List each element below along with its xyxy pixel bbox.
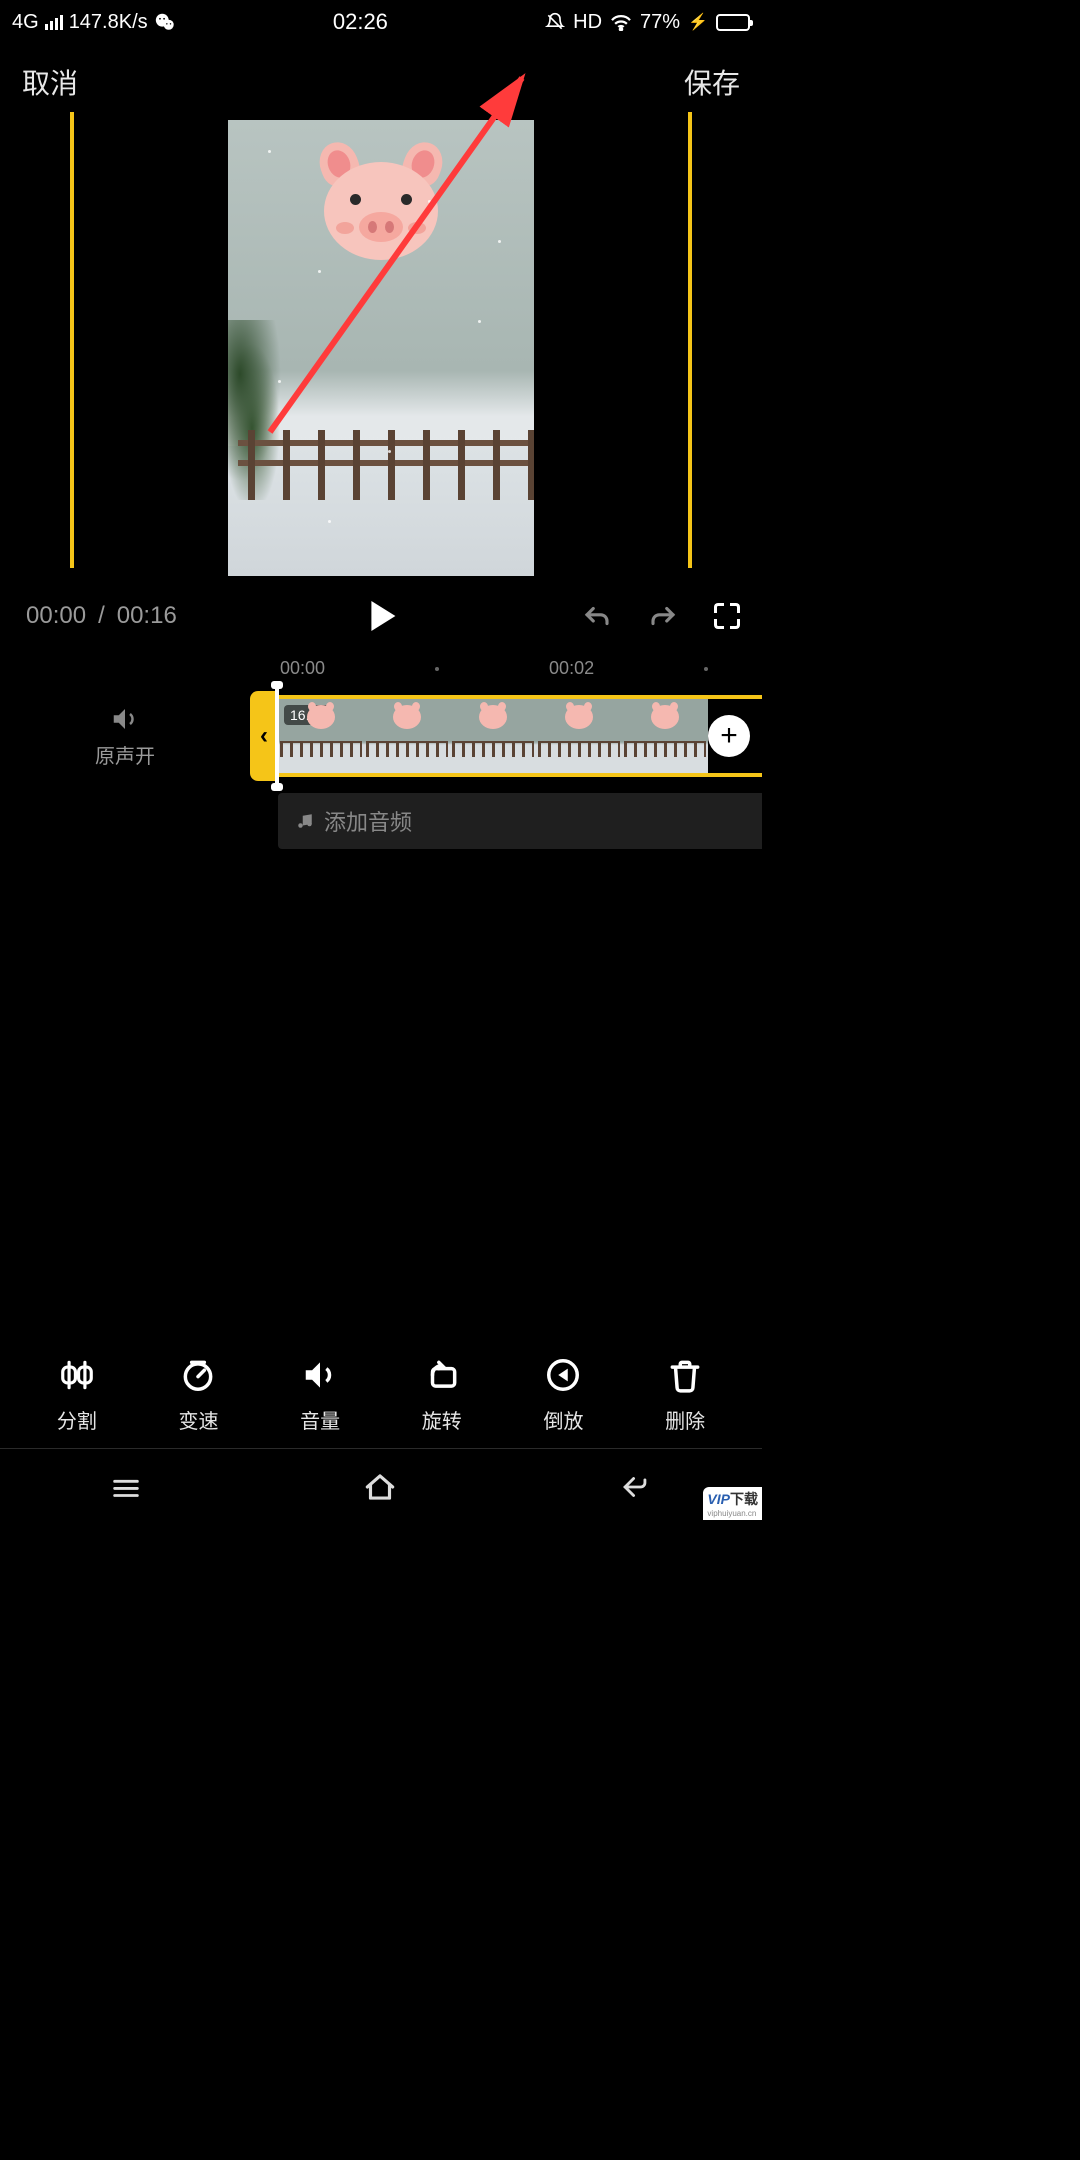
crop-handle-right[interactable] [688,112,692,568]
network-type-label: 4G [12,11,39,34]
tool-label: 变速 [178,1405,218,1434]
save-button[interactable]: 保存 [684,62,740,102]
music-note-icon [296,812,314,830]
tool-rotate[interactable]: 旋转 [422,1355,462,1434]
editor-header: 取消 保存 [0,44,762,112]
split-icon [57,1355,97,1395]
trash-icon [665,1355,705,1395]
clip-strip[interactable]: 16.9s [278,695,762,777]
original-sound-icon[interactable] [110,704,140,734]
pig-sticker [316,150,446,260]
clip-thumbnail[interactable] [364,699,450,773]
mute-bell-icon [545,12,565,32]
playback-controls: 00:00 / 00:16 [0,576,762,640]
wechat-icon [154,11,176,33]
tool-volume[interactable]: 音量 [300,1355,340,1434]
clip-thumbnail[interactable] [536,699,622,773]
speed-icon [178,1355,218,1395]
tool-label: 分割 [57,1405,97,1434]
reverse-icon [543,1355,583,1395]
timeline[interactable]: 原声开 ‹ 16.9s + [0,691,762,781]
volume-icon [300,1355,340,1395]
battery-pct-label: 77% [640,11,680,34]
playhead[interactable] [275,683,279,789]
tick-dot-icon [435,667,439,671]
tool-delete[interactable]: 删除 [665,1355,705,1434]
redo-button[interactable] [648,603,678,629]
tool-split[interactable]: 分割 [57,1355,97,1434]
system-nav-bar [0,1448,762,1524]
status-bar: 4G 147.8K/s 02:26 HD 77% ⚡ [0,0,762,44]
current-time-label: 00:00 [26,602,86,630]
clip-thumbnail[interactable] [622,699,708,773]
watermark: VIP下载 viphuiyuan.cn [703,1487,762,1520]
hd-label: HD [573,11,602,34]
tick-label: 00:02 [549,658,594,679]
add-clip-button[interactable]: + [708,715,750,757]
crop-handle-left[interactable] [70,112,74,568]
timeline-ruler: 00:00 00:02 [0,640,762,691]
clock-label: 02:26 [333,9,388,35]
tool-label: 删除 [665,1405,705,1434]
original-sound-label[interactable]: 原声开 [95,740,155,769]
clip-trim-handle-left[interactable]: ‹ [250,691,278,781]
tool-label: 旋转 [422,1405,462,1434]
nav-menu-button[interactable] [109,1470,143,1504]
tick-dot-icon [704,667,708,671]
cancel-button[interactable]: 取消 [22,62,78,102]
fullscreen-button[interactable] [714,603,740,629]
video-preview[interactable] [228,120,534,576]
clip-thumbnail[interactable]: 16.9s [278,699,364,773]
nav-home-button[interactable] [361,1468,399,1506]
undo-button[interactable] [582,603,612,629]
play-button[interactable] [371,601,395,631]
time-separator: / [98,602,105,630]
total-time-label: 00:16 [117,602,177,630]
nav-back-button[interactable] [617,1470,653,1504]
charging-icon: ⚡ [688,12,708,32]
tool-label: 倒放 [543,1405,583,1434]
net-speed-label: 147.8K/s [69,11,148,34]
add-audio-label: 添加音频 [324,805,412,837]
battery-icon [716,14,750,31]
clip-thumbnail[interactable] [450,699,536,773]
tool-label: 音量 [300,1405,340,1434]
rotate-icon [422,1355,462,1395]
add-audio-button[interactable]: 添加音频 [278,793,762,849]
signal-icon [45,14,63,30]
wifi-icon [610,13,632,31]
tick-label: 00:00 [280,658,325,679]
edit-toolbar: 分割 变速 音量 旋转 倒放 删除 [0,1355,762,1434]
tool-speed[interactable]: 变速 [178,1355,218,1434]
video-preview-area [0,112,762,576]
tool-reverse[interactable]: 倒放 [543,1355,583,1434]
